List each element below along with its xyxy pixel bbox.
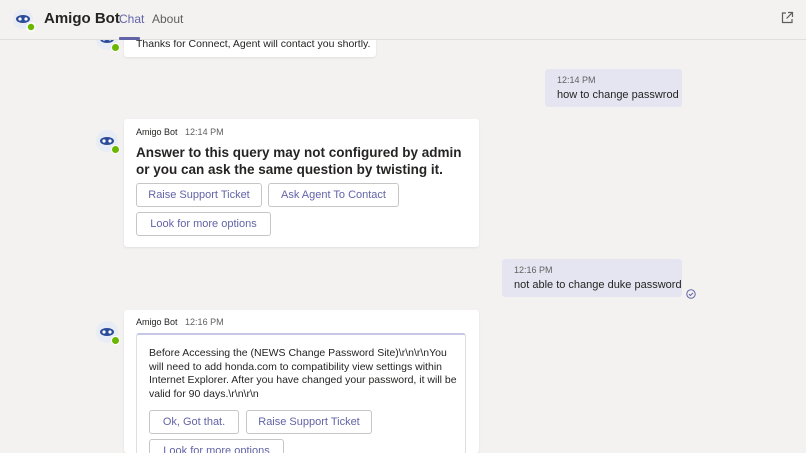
ok-got-that-button[interactable]: Ok, Got that. xyxy=(149,410,239,434)
sender-name: Amigo Bot xyxy=(136,127,178,137)
status-available-icon xyxy=(111,43,120,52)
read-receipt-icon xyxy=(686,286,696,304)
message-timestamp: 12:14 PM xyxy=(557,75,596,85)
app-header: Amigo Bot Chat About xyxy=(0,0,806,40)
status-available-icon xyxy=(111,336,120,345)
message-timestamp: 12:16 PM xyxy=(185,317,224,327)
message-text: how to change passwrod xyxy=(557,89,679,101)
user-message-bubble: 12:14 PM how to change passwrod xyxy=(545,69,682,107)
tab-chat[interactable]: Chat xyxy=(119,12,144,26)
app-title: Amigo Bot xyxy=(44,10,120,27)
message-text: Answer to this query may not configured … xyxy=(136,145,462,177)
look-for-more-options-button[interactable]: Look for more options xyxy=(136,212,271,236)
ask-agent-to-contact-button[interactable]: Ask Agent To Contact xyxy=(268,183,399,207)
bot-message-card: Amigo Bot 12:16 PM Before Accessing the … xyxy=(124,310,479,453)
raise-support-ticket-button[interactable]: Raise Support Ticket xyxy=(136,183,262,207)
bot-avatar xyxy=(96,321,120,345)
tab-about[interactable]: About xyxy=(152,12,183,26)
sender-name: Amigo Bot xyxy=(136,317,178,327)
message-text: Before Accessing the (NEWS Change Passwo… xyxy=(149,347,457,400)
popout-icon[interactable] xyxy=(780,11,794,30)
adaptive-card: Before Accessing the (NEWS Change Passwo… xyxy=(136,333,466,453)
message-timestamp: 12:16 PM xyxy=(514,265,553,275)
message-timestamp: 12:14 PM xyxy=(185,127,224,137)
message-text: not able to change duke password xyxy=(514,279,682,291)
user-message-bubble: 12:16 PM not able to change duke passwor… xyxy=(502,259,682,297)
message-header: Amigo Bot 12:16 PM xyxy=(136,317,224,327)
status-available-icon xyxy=(111,145,120,154)
look-for-more-options-button[interactable]: Look for more options xyxy=(149,439,284,453)
bot-avatar xyxy=(96,130,120,154)
active-tab-indicator xyxy=(119,37,140,40)
message-header: Amigo Bot 12:14 PM xyxy=(136,127,224,137)
bot-message-card: Amigo Bot 12:14 PM Answer to this query … xyxy=(124,119,479,247)
raise-support-ticket-button[interactable]: Raise Support Ticket xyxy=(246,410,372,434)
bot-logo-icon xyxy=(12,8,36,37)
